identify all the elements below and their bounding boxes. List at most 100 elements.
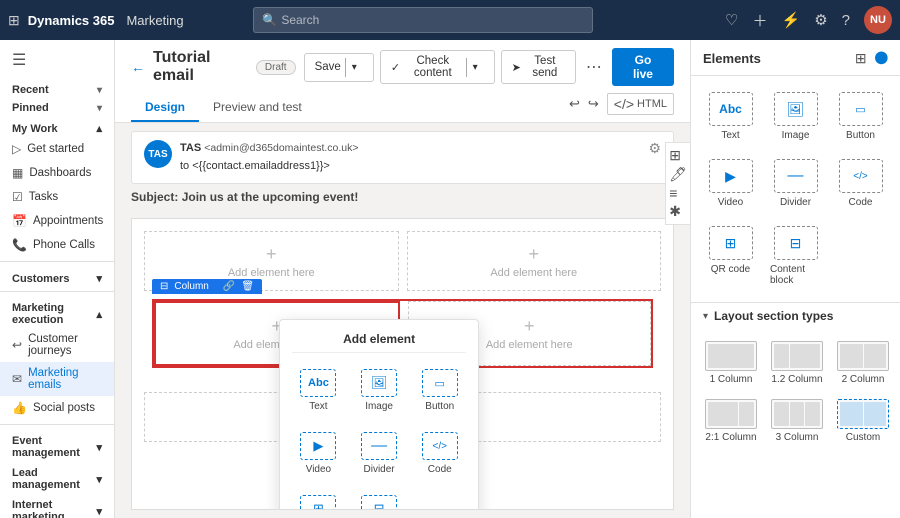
add-element-popup: Add element Abc Text 🖼 Image <box>279 319 479 510</box>
sidebar-internet-header[interactable]: Internet marketing ▾ <box>0 493 114 518</box>
plus-icon[interactable]: ＋ <box>752 10 767 31</box>
layout-section-divider[interactable]: ▾ Layout section types <box>691 302 900 329</box>
layout-1-2-col-preview <box>771 341 823 371</box>
sidebar-pinned-label[interactable]: Pinned ▾ <box>0 98 114 116</box>
save-button[interactable]: Save ▾ <box>304 53 374 82</box>
email-from: TAS TAS <admin@d365domaintest.co.uk> to … <box>144 140 359 175</box>
emails-icon: ✉ <box>12 372 22 386</box>
element-video[interactable]: ▶ Video <box>292 426 345 481</box>
panel-element-divider[interactable]: — Divider <box>766 153 825 214</box>
check-icon: ✓ <box>391 61 400 74</box>
element-text[interactable]: Abc Text <box>292 363 345 418</box>
panel-element-code[interactable]: </> Code <box>831 153 890 214</box>
sidebar-customers-header[interactable]: Customers ▾ <box>0 266 114 287</box>
panel-element-image[interactable]: 🖼 Image <box>766 86 825 147</box>
journeys-icon: ↩ <box>12 338 22 352</box>
sidebar-recent-label[interactable]: Recent ▾ <box>0 80 114 98</box>
element-divider[interactable]: — Divider <box>353 426 406 481</box>
layout-1-2-col[interactable]: 1.2 Column <box>767 337 827 389</box>
settings-icon[interactable]: ⚙ <box>814 11 827 29</box>
column-label: Column <box>174 281 208 292</box>
panel-more-icon[interactable]: ⬤ <box>875 50 888 67</box>
sidebar-events-header[interactable]: Event management ▾ <box>0 429 114 461</box>
element-button[interactable]: ▭ Button <box>413 363 466 418</box>
main-content: ← Tutorial email Draft Save ▾ ✓ Check co… <box>115 40 690 518</box>
sidebar-marketing-header[interactable]: Marketing execution ▴ <box>0 296 114 328</box>
bell-icon[interactable]: ♡ <box>725 11 738 29</box>
panel-button-icon: ▭ <box>839 92 883 126</box>
panel-video-icon: ▶ <box>709 159 753 193</box>
layout-custom[interactable]: Custom <box>833 395 893 447</box>
status-badge: Draft <box>256 60 296 75</box>
panel-expand-icon[interactable]: ⊞ <box>855 50 867 67</box>
go-live-button[interactable]: Go live <box>612 48 674 86</box>
image-element-icon: 🖼 <box>361 369 397 397</box>
sidebar-lead-header[interactable]: Lead management ▾ <box>0 461 114 493</box>
element-qr-code[interactable]: ⊞ QR code <box>292 489 345 510</box>
html-button[interactable]: </> HTML <box>607 93 674 115</box>
layout-3-col[interactable]: 3 Column <box>767 395 827 447</box>
search-box[interactable]: 🔍 <box>253 7 593 33</box>
back-button[interactable]: ← <box>131 59 145 75</box>
sidebar-item-phone-calls[interactable]: 📞 Phone Calls <box>0 233 114 257</box>
redo-icon[interactable]: ↪ <box>588 96 599 112</box>
sidebar-mywork-header[interactable]: My Work ▴ <box>0 116 114 137</box>
sidebar-item-customer-journeys[interactable]: ↩ Customer journeys <box>0 328 114 362</box>
check-content-button[interactable]: ✓ Check content ▾ <box>380 50 495 84</box>
page-header-top: ← Tutorial email Draft Save ▾ ✓ Check co… <box>131 48 674 86</box>
layout-2-col[interactable]: 2 Column <box>833 337 893 389</box>
panel-element-text[interactable]: Abc Text <box>701 86 760 147</box>
right-panel-header: Elements ⊞ ⬤ <box>691 40 900 76</box>
sidebar-item-marketing-emails[interactable]: ✉ Marketing emails <box>0 362 114 396</box>
element-content-block[interactable]: ⊟ Content block <box>353 489 406 510</box>
elements-grid: Abc Text 🖼 Image ▭ Button ▶ Video — Divi… <box>691 76 900 302</box>
panel-element-video[interactable]: ▶ Video <box>701 153 760 214</box>
sidebar-item-get-started[interactable]: ▷ Get started <box>0 137 114 161</box>
column-delete-icon[interactable]: 🗑 <box>241 281 254 292</box>
filter-icon[interactable]: ⚡ <box>782 11 801 29</box>
column-link-icon[interactable]: 🔗 <box>223 281 235 292</box>
qr-element-icon: ⊞ <box>300 495 336 510</box>
hamburger-button[interactable]: ☰ <box>0 40 114 80</box>
check-dropdown[interactable]: ▾ <box>466 58 484 77</box>
plus-icon-2: + <box>490 244 577 265</box>
panel-content-block-icon: ⊟ <box>774 226 818 260</box>
avatar[interactable]: NU <box>864 6 892 34</box>
search-input[interactable] <box>281 13 584 27</box>
layout-2-1-col-preview <box>705 399 757 429</box>
tab-design[interactable]: Design <box>131 94 199 122</box>
sidebar-item-tasks[interactable]: ☑ Tasks <box>0 185 114 209</box>
search-icon: 🔍 <box>262 13 277 27</box>
panel-divider-icon: — <box>774 159 818 193</box>
layout-1-col[interactable]: 1 Column <box>701 337 761 389</box>
layout-2-1-col[interactable]: 2:1 Column <box>701 395 761 447</box>
test-send-button[interactable]: ➤ Test send <box>501 50 576 84</box>
grid-icon[interactable]: ⊞ <box>8 12 20 29</box>
layout-chevron: ▾ <box>703 311 708 322</box>
plus-icon-right: + <box>486 316 573 337</box>
element-image[interactable]: 🖼 Image <box>353 363 406 418</box>
design-canvas[interactable]: + Add element here + Add element here <box>131 218 674 510</box>
sidebar-item-social-posts[interactable]: 👍 Social posts <box>0 396 114 420</box>
panel-element-qr[interactable]: ⊞ QR code <box>701 220 760 292</box>
nav-icons: ♡ ＋ ⚡ ⚙ ? NU <box>725 6 892 34</box>
panel-element-content-block[interactable]: ⊟ Content block <box>766 220 825 292</box>
undo-icon[interactable]: ↩ <box>569 96 580 112</box>
social-icon: 👍 <box>12 401 27 415</box>
save-dropdown[interactable]: ▾ <box>345 58 363 77</box>
email-settings-icon[interactable]: ⚙ <box>648 140 661 157</box>
canvas-cell-1-2[interactable]: + Add element here <box>407 231 662 291</box>
more-options-button[interactable]: ⋯ <box>582 57 606 77</box>
phone-icon: 📞 <box>12 238 27 252</box>
element-code[interactable]: </> Code <box>413 426 466 481</box>
dashboards-icon: ▦ <box>12 166 23 180</box>
panel-element-button[interactable]: ▭ Button <box>831 86 890 147</box>
panel-text-icon: Abc <box>709 92 753 126</box>
email-canvas: TAS TAS <admin@d365domaintest.co.uk> to … <box>115 123 690 518</box>
top-nav: ⊞ Dynamics 365 Marketing 🔍 ♡ ＋ ⚡ ⚙ ? NU <box>0 0 900 40</box>
tab-preview[interactable]: Preview and test <box>199 94 316 122</box>
help-icon[interactable]: ? <box>842 12 850 29</box>
pinned-chevron: ▾ <box>97 103 102 114</box>
sidebar-item-dashboards[interactable]: ▦ Dashboards <box>0 161 114 185</box>
sidebar-item-appointments[interactable]: 📅 Appointments <box>0 209 114 233</box>
